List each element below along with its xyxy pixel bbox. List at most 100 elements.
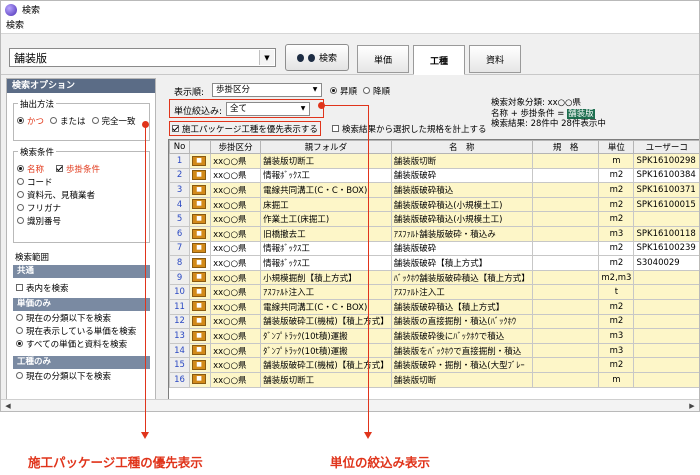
cell-parent: ｱｽﾌｧﾙﾄ注入工 (260, 284, 392, 300)
table-row[interactable]: 7 ■ xx○○県 情報ﾎﾞｯｸｽ工 舗装版破砕 m2 SPK16100239 (169, 240, 699, 257)
table-row[interactable]: 4 ■ xx○○県 床掘工 舗装版破砕積込(小規模土工) m2 SPK16100015 (169, 196, 699, 213)
column-header[interactable]: ユーザーコ (633, 140, 699, 154)
radio-source[interactable] (17, 191, 24, 198)
cell-parent: 旧橋撤去工 (260, 225, 392, 242)
cell-parent: 情報ﾎﾞｯｸｽ工 (260, 255, 392, 271)
results-grid[interactable]: No 歩掛区分 親フォルダ名 称規 格単位 ユーザーコ 1 ■ xx○○県 舗装版切断工 舗装… (168, 139, 699, 403)
cell-name: ｱｽﾌｧﾙﾄ注入工 (390, 284, 533, 300)
column-header[interactable]: 名 称 (390, 140, 533, 154)
column-header[interactable]: 親フォルダ (260, 140, 392, 154)
chevron-down-icon[interactable]: ▼ (259, 50, 274, 65)
cell-code (633, 313, 699, 330)
radio-or[interactable] (50, 117, 58, 124)
package-book-icon: ■ (192, 316, 207, 327)
cell-no: 10 (169, 284, 191, 300)
tab-label: 単価 (373, 55, 392, 66)
check-in-table[interactable] (16, 284, 23, 291)
tab-work-type[interactable]: 工種 (413, 45, 465, 75)
menu-item-search[interactable]: 検索 (6, 21, 24, 31)
book-icon: ■ (189, 269, 212, 286)
sort-select[interactable]: 歩掛区分 ▼ (212, 83, 322, 97)
table-row[interactable]: 16 ■ xx○○県 舗装版切断工 舗装版切断 m (169, 371, 699, 388)
radio-furigana[interactable] (17, 204, 24, 211)
sort-label: 表示順: (174, 88, 205, 98)
search-toolbar: 舗装版 ▼ 検索 単価 工種 資料 (1, 35, 699, 75)
cell-code (633, 211, 699, 227)
column-header[interactable] (189, 140, 212, 154)
book-icon: ■ (189, 342, 212, 359)
cell-code (633, 269, 699, 286)
search-button[interactable]: 検索 (285, 44, 349, 71)
radio-descending[interactable] (363, 87, 371, 94)
book-icon: ■ (189, 313, 212, 330)
search-button-label: 検索 (318, 54, 337, 64)
cell-unit: m2 (598, 255, 635, 271)
horizontal-scrollbar[interactable]: ◀ ▶ (1, 399, 699, 411)
cell-no: 15 (169, 357, 191, 373)
cell-spec (531, 328, 600, 344)
keyword-combobox[interactable]: 舗装版 ▼ (9, 48, 276, 67)
column-header[interactable]: 規 格 (531, 140, 600, 154)
info-keyword-highlight: 舗装版 (567, 108, 595, 119)
option-label: コード (27, 177, 53, 188)
table-row[interactable]: 2 ■ xx○○県 情報ﾎﾞｯｸｽ工 舗装版破砕 m2 SPK16100384 (169, 167, 699, 184)
cell-no: 7 (169, 240, 191, 257)
cell-spec (531, 357, 600, 373)
radio-all[interactable] (16, 340, 23, 347)
check-condition[interactable] (56, 165, 64, 172)
table-row[interactable]: 3 ■ xx○○県 電線共同溝工(C・C・BOX) 舗装版破砕積込 m2 SPK161003… (169, 182, 699, 198)
cell-parent: 情報ﾎﾞｯｸｽ工 (260, 240, 392, 257)
radio-exact[interactable] (91, 117, 99, 124)
table-row[interactable]: 13 ■ xx○○県 ﾀﾞﾝﾌﾟﾄﾗｯｸ(10t積)運搬 舗装版破砕後にﾊﾞｯｸﾎｳで積… (169, 328, 699, 344)
tab-label: 工種 (429, 56, 448, 67)
cell-no: 11 (169, 298, 191, 315)
radio-current-display[interactable] (16, 327, 23, 334)
unit-filter-select[interactable]: 全て ▼ (226, 102, 310, 116)
column-header[interactable]: 歩掛区分 (210, 140, 262, 154)
table-row[interactable]: 8 ■ xx○○県 情報ﾎﾞｯｸｽ工 舗装版破砕【積上方式】 m2 S3040029 (169, 255, 699, 271)
cell-no: 14 (169, 342, 191, 359)
column-header[interactable]: No (169, 140, 191, 154)
binoculars-icon (296, 52, 315, 63)
cell-kubun: xx○○県 (210, 255, 262, 271)
option-label: 現在の分類以下を検索 (26, 371, 112, 382)
table-row[interactable]: 6 ■ xx○○県 旧橋撤去工 ｱｽﾌｧﾙﾄ舗装版破砕・積込み m3 SPK16100118 (169, 225, 699, 242)
radio-name[interactable] (17, 165, 24, 172)
scroll-right-icon[interactable]: ▶ (687, 401, 697, 411)
radio-current-class[interactable] (16, 314, 23, 321)
tab-materials[interactable]: 資料 (469, 45, 521, 73)
cell-unit: m2 (598, 167, 635, 184)
check-prefer-package[interactable] (172, 125, 179, 132)
cell-parent: 小規模掘削【積上方式】 (260, 269, 392, 286)
radio-id[interactable] (17, 217, 24, 224)
cell-code (633, 298, 699, 315)
radio-code[interactable] (17, 178, 24, 185)
cell-unit: m2 (598, 182, 635, 198)
cell-kubun: xx○○県 (210, 182, 262, 198)
cell-unit: m3 (598, 328, 635, 344)
check-calc-selected[interactable] (332, 125, 339, 132)
table-row[interactable]: 15 ■ xx○○県 舗装版破砕工(機械)【積上方式】 舗装版破砕・掘削・積込(大型ﾌﾞ… (169, 357, 699, 373)
cell-code: S3040029 (633, 255, 699, 271)
table-row[interactable]: 12 ■ xx○○県 舗装版破砕工(機械)【積上方式】 舗装版の直接掘削・積込(ﾊﾞｯｸ… (169, 313, 699, 330)
cell-no: 5 (169, 211, 191, 227)
table-row[interactable]: 11 ■ xx○○県 電線共同溝工(C・C・BOX) 舗装版破砕積込【積上方式】 m2 (169, 298, 699, 315)
radio-and[interactable] (17, 117, 24, 124)
cell-no: 4 (169, 196, 191, 213)
scroll-left-icon[interactable]: ◀ (3, 401, 13, 411)
table-row[interactable]: 9 ■ xx○○県 小規模掘削【積上方式】 ﾊﾞｯｸﾎｳ舗装版破砕積込【積上方式】 m2,… (169, 269, 699, 286)
cell-name: 舗装版切断 (390, 153, 533, 169)
table-row[interactable]: 1 ■ xx○○県 舗装版切断工 舗装版切断 m SPK16100298 (169, 153, 699, 169)
tab-unit-price[interactable]: 単価 (357, 45, 409, 73)
main-window: 検索 検索 舗装版 ▼ 検索 単価 工種 資料 検索オプション 抽出方法 かつ … (0, 0, 700, 412)
cell-parent: ﾀﾞﾝﾌﾟﾄﾗｯｸ(10t積)運搬 (260, 342, 392, 359)
table-row[interactable]: 5 ■ xx○○県 作業土工(床掘工) 舗装版破砕積込(小規模土工) m2 (169, 211, 699, 227)
table-row[interactable]: 10 ■ xx○○県 ｱｽﾌｧﾙﾄ注入工 ｱｽﾌｧﾙﾄ注入工 t (169, 284, 699, 300)
cell-parent: ﾀﾞﾝﾌﾟﾄﾗｯｸ(10t積)運搬 (260, 328, 392, 344)
book-icon: ■ (189, 357, 212, 373)
table-row[interactable]: 14 ■ xx○○県 ﾀﾞﾝﾌﾟﾄﾗｯｸ(10t積)運搬 舗装版をﾊﾞｯｸﾎｳで直接掘削… (169, 342, 699, 359)
radio-kosyu-current[interactable] (16, 372, 23, 379)
radio-ascending[interactable] (330, 87, 337, 94)
column-header[interactable]: 単位 (598, 140, 635, 154)
package-book-icon: ■ (192, 374, 207, 385)
